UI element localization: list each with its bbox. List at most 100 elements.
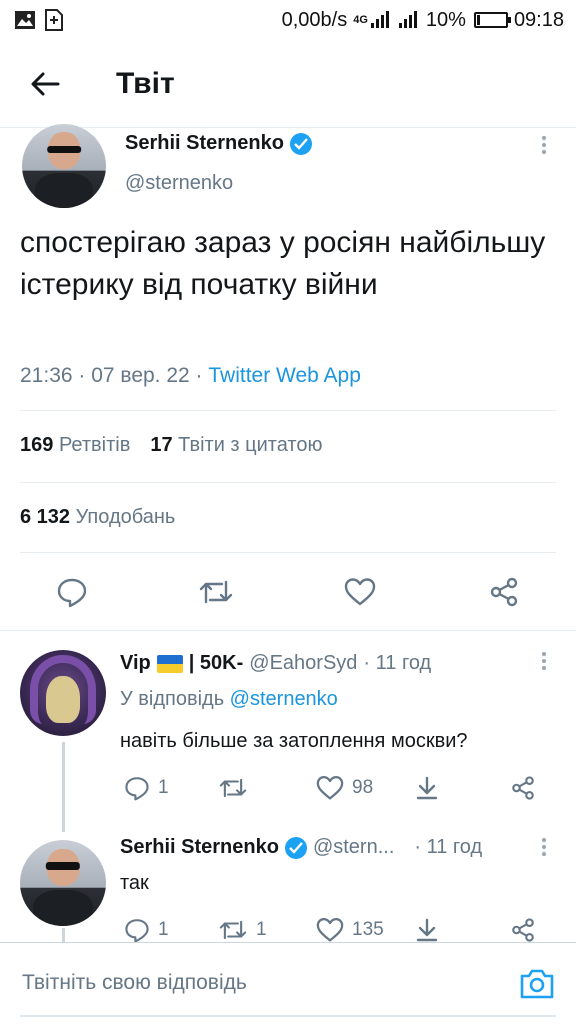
like-button[interactable]: 135 — [316, 912, 384, 942]
retweets-count: 169 — [20, 434, 54, 456]
reply-avatar[interactable] — [20, 840, 106, 926]
quotes-stat[interactable]: 17 Твіти з цитатою — [150, 434, 322, 457]
reply-icon — [125, 919, 149, 942]
signal-icon — [370, 11, 389, 28]
download-button[interactable] — [414, 770, 440, 806]
reply-to-handle[interactable]: @sternenko — [230, 688, 338, 710]
reply-button[interactable] — [52, 572, 92, 612]
reply-time: · 11 год — [363, 652, 432, 674]
reply-input[interactable]: Твітніть свою відповідь — [22, 971, 247, 995]
like-count: 98 — [352, 777, 374, 798]
signal-icon — [398, 11, 417, 28]
back-arrow-icon — [31, 72, 60, 95]
author-name-row[interactable]: Serhii Sternenko — [125, 132, 312, 155]
reply-to: У відповідь @sternenko — [120, 688, 338, 711]
retweets-stat[interactable]: 169 Ретвітів — [20, 434, 130, 457]
reply-icon — [57, 578, 87, 608]
download-icon — [416, 918, 438, 942]
image-icon — [15, 11, 35, 29]
share-icon — [512, 918, 534, 942]
retweet-button[interactable] — [218, 770, 256, 806]
quotes-label: Твіти з цитатою — [178, 434, 323, 456]
reply-author-handle: @stern... — [312, 836, 395, 858]
verified-icon — [289, 132, 312, 155]
net-speed: 0,00b/s — [281, 8, 348, 31]
reply-count: 1 — [158, 777, 169, 798]
share-icon — [512, 776, 534, 800]
divider — [0, 630, 576, 631]
camera-button[interactable] — [518, 965, 556, 1003]
author-name: Serhii Sternenko — [125, 132, 284, 154]
battery-percent: 10% — [425, 8, 466, 31]
thread-line — [62, 742, 65, 832]
reply-header[interactable]: Serhii Sternenko @stern... · 11 год — [120, 836, 482, 859]
reply-author-suffix: | 50K- — [188, 652, 244, 674]
page-title: Твіт — [116, 66, 175, 100]
divider — [20, 552, 556, 553]
like-icon — [344, 578, 376, 606]
clock: 09:18 — [513, 8, 564, 31]
retweet-count: 1 — [256, 919, 267, 940]
like-count: 135 — [352, 919, 384, 940]
more-icon[interactable] — [534, 130, 554, 160]
reply-text: навіть більше за затоплення москви? — [120, 730, 468, 752]
tweet-text: спостерігаю зараз у росіян найбільшу іст… — [20, 226, 546, 301]
status-right: 0,00b/s 4G 10% 09:18 — [282, 9, 564, 32]
network-type: 4G — [353, 14, 368, 26]
like-button[interactable]: 98 — [316, 770, 373, 806]
share-button[interactable] — [510, 770, 536, 806]
input-underline — [20, 1015, 556, 1017]
thread-line — [62, 928, 65, 942]
retweet-icon — [219, 920, 247, 940]
like-button[interactable] — [340, 572, 380, 612]
share-button[interactable] — [484, 572, 524, 612]
tweet-client-link[interactable]: Twitter Web App — [208, 364, 361, 387]
verified-icon — [284, 836, 307, 859]
status-bar: 0,00b/s 4G 10% 09:18 — [0, 0, 576, 40]
status-left — [14, 9, 64, 31]
divider — [20, 482, 556, 483]
tweet-actions — [0, 568, 576, 618]
reply-count: 1 — [158, 919, 169, 940]
retweets-label: Ретвітів — [58, 434, 131, 456]
reply-text: так — [120, 872, 149, 894]
retweet-button[interactable] — [196, 572, 236, 612]
reply-composer: Твітніть свою відповідь — [0, 942, 576, 1024]
likes-label: Уподобань — [75, 506, 176, 528]
quotes-count: 17 — [150, 434, 173, 456]
retweet-icon — [199, 580, 233, 604]
camera-icon — [520, 969, 554, 999]
download-button[interactable] — [414, 912, 440, 942]
top-app-bar: Твіт — [0, 40, 576, 128]
reply-button[interactable]: 1 — [124, 912, 169, 942]
reply-header[interactable]: Vip | 50K- @EahorSyd · 11 год — [120, 652, 431, 675]
reply-author-handle: @EahorSyd — [249, 652, 358, 674]
share-icon — [490, 577, 518, 607]
flag-emoji — [156, 654, 183, 673]
author-avatar[interactable] — [22, 124, 106, 208]
tweet-time-date: 21:36 · 07 вер. 22 · — [20, 364, 209, 387]
likes-stat[interactable]: 6 132 Уподобань — [20, 506, 175, 529]
sim-icon — [45, 9, 63, 31]
back-button[interactable] — [0, 40, 90, 128]
reply-avatar[interactable] — [20, 650, 106, 736]
reply-icon — [125, 777, 149, 801]
divider — [20, 410, 556, 411]
reply-actions: 1 1 135 — [120, 912, 560, 942]
reply-author-name: Vip — [120, 652, 151, 674]
reply-actions: 1 98 — [120, 770, 560, 806]
like-icon — [316, 918, 344, 942]
retweet-icon — [219, 778, 247, 798]
reply-author-name: Serhii Sternenko — [120, 836, 279, 858]
more-icon[interactable] — [534, 646, 554, 676]
author-handle[interactable]: @sternenko — [125, 172, 233, 195]
download-icon — [416, 776, 438, 800]
reply-time: · 11 год — [414, 836, 483, 858]
retweet-button[interactable]: 1 — [218, 912, 267, 942]
likes-count: 6 132 — [20, 506, 71, 528]
more-icon[interactable] — [534, 832, 554, 862]
reply-button[interactable]: 1 — [124, 770, 169, 806]
tweet-meta: 21:36 · 07 вер. 22 · Twitter Web App — [20, 364, 361, 388]
share-button[interactable] — [510, 912, 536, 942]
like-icon — [316, 776, 344, 800]
